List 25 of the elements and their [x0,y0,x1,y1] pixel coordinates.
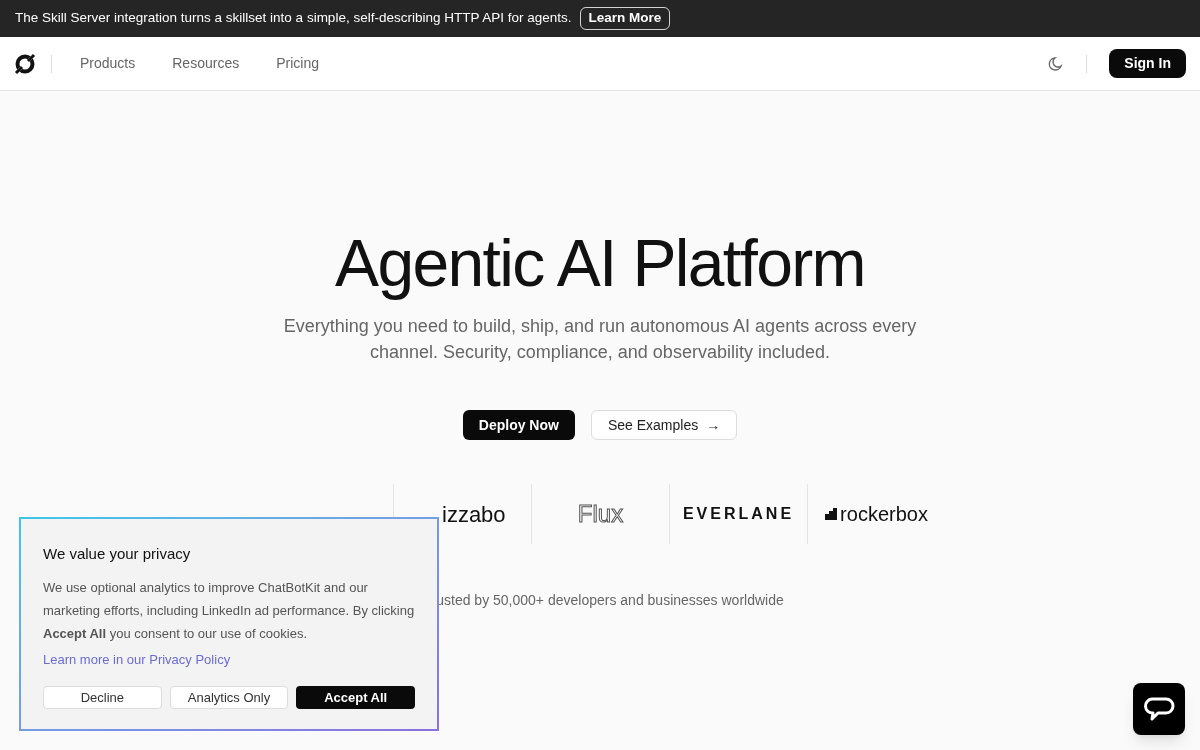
cookie-text: We use optional analytics to improve ChatBotKit and our marketing efforts, including LinkedIn ad performance. By clicking Accept All you consent to our use of cookies. [43,578,415,643]
company-logo: Flux [577,499,624,529]
cookie-title: We value your privacy [43,544,192,564]
bars-icon [825,508,838,520]
learn-more-button[interactable]: Learn More [579,7,671,30]
cookie-button[interactable]: Accept All [296,686,415,709]
cookie-button[interactable]: Decline [43,686,162,709]
company-logo: rockerbox [840,502,928,527]
cookie-button[interactable]: Analytics Only [169,686,289,709]
company-logo: izzabo [442,500,506,529]
deploy-now-button[interactable]: Deploy Now [462,410,575,440]
hero-title: Agentic AI Platform [335,227,865,299]
announcement-text: The Skill Server integration turns a skillset into a simple, self-describing HTTP API for agents. [15,9,572,28]
see-examples-button[interactable]: See Examples → [590,410,738,440]
nav-link[interactable]: Resources [172,53,240,74]
logo-icon[interactable] [14,52,36,75]
hero-subtitle: Everything you need to build, ship, and run autonomous AI agents across every channel. Security, compliance, and observability included. [282,315,918,364]
moon-icon[interactable] [1048,55,1065,72]
company-logo: EVERLANE [682,504,795,524]
nav-link[interactable]: Pricing [276,53,319,74]
chat-bubble-icon [1143,696,1175,722]
nav-link[interactable]: Products [80,53,136,74]
chat-button[interactable] [1133,683,1185,735]
sign-in-button[interactable]: Sign In [1109,49,1186,78]
privacy-policy-link[interactable]: Learn more in our Privacy Policy [43,649,415,669]
